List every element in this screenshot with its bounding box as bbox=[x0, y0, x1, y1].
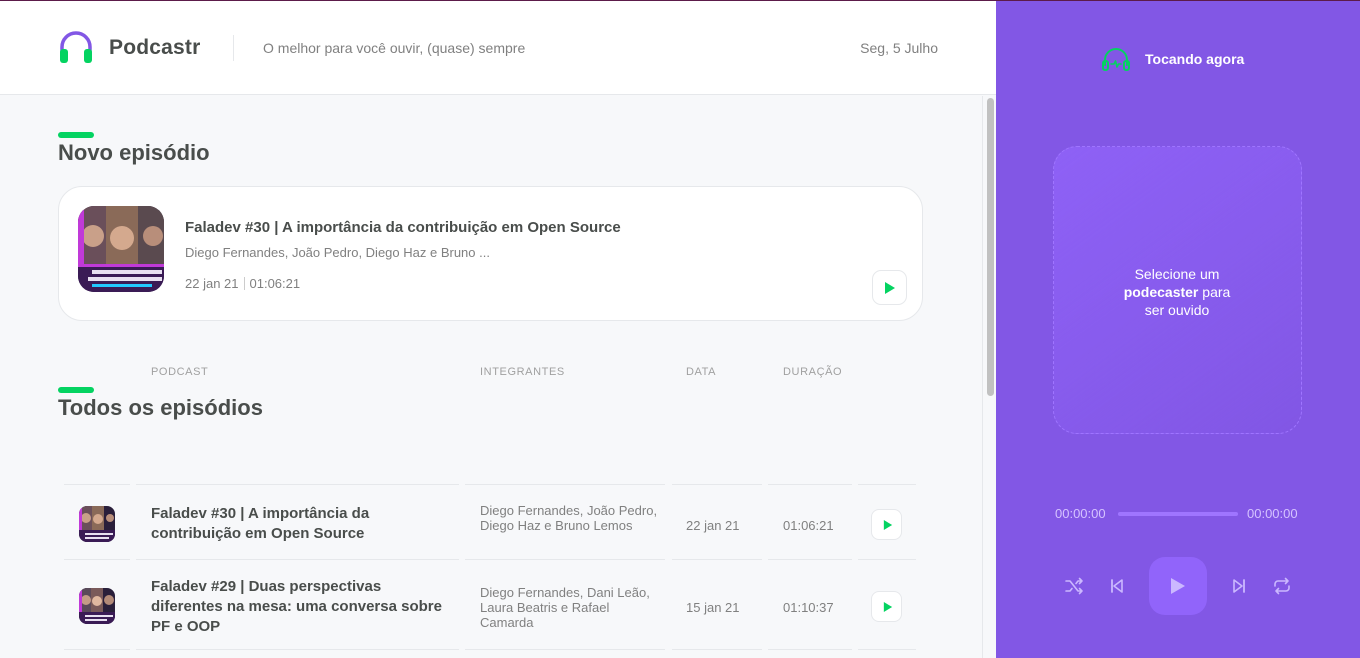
skip-previous-icon bbox=[1111, 579, 1123, 593]
total-time: 00:00:00 bbox=[1247, 506, 1298, 521]
top-border bbox=[0, 0, 1360, 1]
section-accent-bar bbox=[58, 387, 94, 393]
latest-heading: Novo episódio bbox=[58, 140, 210, 165]
next-button[interactable] bbox=[1225, 572, 1253, 600]
latest-episode-title[interactable]: Faladev #30 | A importância da contribui… bbox=[185, 219, 621, 236]
latest-episode-members: Diego Fernandes, João Pedro, Diego Haz e… bbox=[185, 245, 490, 260]
meta-separator bbox=[243, 277, 245, 290]
episode-date: 15 jan 21 bbox=[686, 600, 740, 615]
episode-members: Diego Fernandes, Dani Leão, Laura Beatri… bbox=[480, 585, 650, 630]
episode-duration: 01:06:21 bbox=[783, 518, 834, 533]
play-episode-button[interactable] bbox=[871, 509, 902, 540]
player-heading: Tocando agora bbox=[1145, 51, 1245, 67]
column-header-podcast: Podcast bbox=[151, 366, 209, 378]
shuffle-icon bbox=[1065, 577, 1083, 595]
header-divider bbox=[233, 35, 234, 61]
play-icon bbox=[885, 282, 895, 294]
episode-thumbnail[interactable] bbox=[79, 506, 115, 542]
column-header-members: Integrantes bbox=[480, 366, 565, 378]
headphones-playing-icon bbox=[1102, 48, 1130, 71]
episode-members: Diego Fernandes, João Pedro, Diego Haz e… bbox=[480, 503, 658, 533]
play-episode-button[interactable] bbox=[871, 591, 902, 622]
episode-thumbnail[interactable] bbox=[79, 588, 115, 624]
empty-player-message: Selecione um podecaster para ser ouvido bbox=[1123, 266, 1231, 318]
header-date: Seg, 5 Julho bbox=[860, 40, 938, 56]
skip-next-icon bbox=[1233, 579, 1245, 593]
latest-episode-duration: 01:06:21 bbox=[249, 276, 301, 291]
episode-thumbnail[interactable] bbox=[78, 206, 164, 292]
column-header-date: Data bbox=[686, 366, 717, 378]
play-icon bbox=[883, 602, 893, 612]
shuffle-button[interactable] bbox=[1060, 572, 1088, 600]
repeat-icon bbox=[1274, 577, 1290, 595]
latest-episode-card: Faladev #30 | A importância da contribui… bbox=[58, 186, 923, 321]
section-accent-bar bbox=[58, 132, 94, 138]
all-episodes-heading: Todos os episódios bbox=[58, 395, 263, 420]
column-header-duration: Duração bbox=[783, 366, 843, 378]
play-icon bbox=[883, 520, 893, 530]
episode-date: 22 jan 21 bbox=[686, 518, 740, 533]
scrollbar-thumb[interactable] bbox=[987, 98, 994, 396]
header-tagline: O melhor para você ouvir, (quase) sempre bbox=[263, 40, 526, 56]
latest-episode-date: 22 jan 21 bbox=[185, 276, 239, 291]
scrollbar[interactable] bbox=[982, 96, 996, 658]
player-panel: Tocando agora Selecione um podecaster pa… bbox=[996, 0, 1360, 658]
play-pause-button[interactable] bbox=[1149, 557, 1207, 615]
table-row: Faladev #30 | A importância da contribui… bbox=[64, 484, 916, 559]
app-logo-text: Podcastr bbox=[109, 36, 201, 59]
progress-slider[interactable] bbox=[1118, 512, 1238, 516]
headphones-logo-icon bbox=[60, 31, 92, 63]
play-icon bbox=[1171, 578, 1185, 594]
header: Podcastr O melhor para você ouvir, (quas… bbox=[0, 0, 996, 95]
episode-title-link[interactable]: Faladev #30 | A importância da contribui… bbox=[151, 504, 451, 544]
current-time: 00:00:00 bbox=[1055, 506, 1106, 521]
episode-title-link[interactable]: Faladev #29 | Duas perspectivas diferent… bbox=[151, 577, 451, 637]
table-row: Faladev #29 | Duas perspectivas diferent… bbox=[64, 559, 916, 649]
empty-player-placeholder: Selecione um podecaster para ser ouvido bbox=[1053, 146, 1302, 434]
episode-duration: 01:10:37 bbox=[783, 600, 834, 615]
main-area: Podcastr O melhor para você ouvir, (quas… bbox=[0, 0, 996, 658]
repeat-button[interactable] bbox=[1268, 572, 1296, 600]
play-episode-button[interactable] bbox=[872, 270, 907, 305]
previous-button[interactable] bbox=[1103, 572, 1131, 600]
latest-episode-meta: 22 jan 21 01:06:21 bbox=[185, 276, 300, 291]
